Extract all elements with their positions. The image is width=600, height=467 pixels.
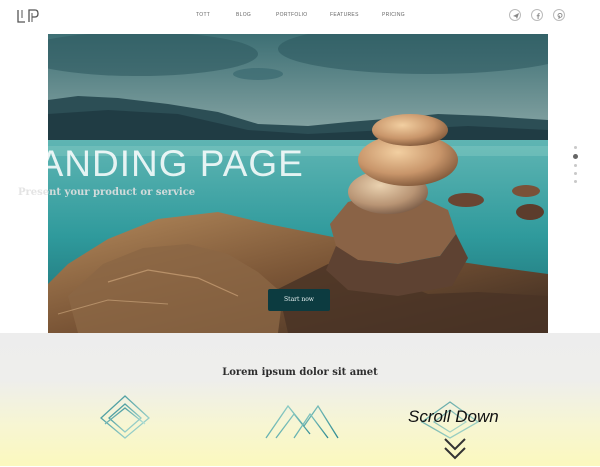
start-now-button[interactable]: Start now [268, 289, 330, 311]
mountain-peaks-icon [264, 400, 340, 445]
nav-item-portfolio[interactable]: PORTFOLIO [276, 12, 308, 18]
nav-item-home[interactable]: TOTT [196, 12, 210, 18]
section-heading: Lorem ipsum dolor sit amet [222, 367, 378, 378]
slider-dot[interactable] [574, 164, 577, 167]
nav-item-blog[interactable]: BLOG [236, 12, 251, 18]
paper-plane-icon[interactable] [509, 9, 521, 21]
hero-title: LANDING PAGE [17, 143, 304, 184]
pinterest-icon[interactable] [553, 9, 565, 21]
hero-subtitle: Present your product or service [18, 187, 196, 198]
slider-pagination [573, 146, 579, 186]
slider-dot[interactable] [574, 146, 577, 149]
slider-dot[interactable] [574, 180, 577, 183]
scroll-down-label[interactable]: Scroll Down [408, 407, 499, 427]
nav-item-features[interactable]: FEATURES [330, 12, 359, 18]
slider-dot[interactable] [574, 172, 577, 175]
facebook-icon[interactable] [531, 9, 543, 21]
slider-dot-active[interactable] [573, 154, 578, 159]
diamond-stack-icon [99, 394, 151, 445]
site-header: TOTT BLOG PORTFOLIO FEATURES PRICING [0, 0, 600, 34]
nav-item-pricing[interactable]: PRICING [382, 12, 405, 18]
double-chevron-down-icon[interactable] [443, 436, 467, 467]
